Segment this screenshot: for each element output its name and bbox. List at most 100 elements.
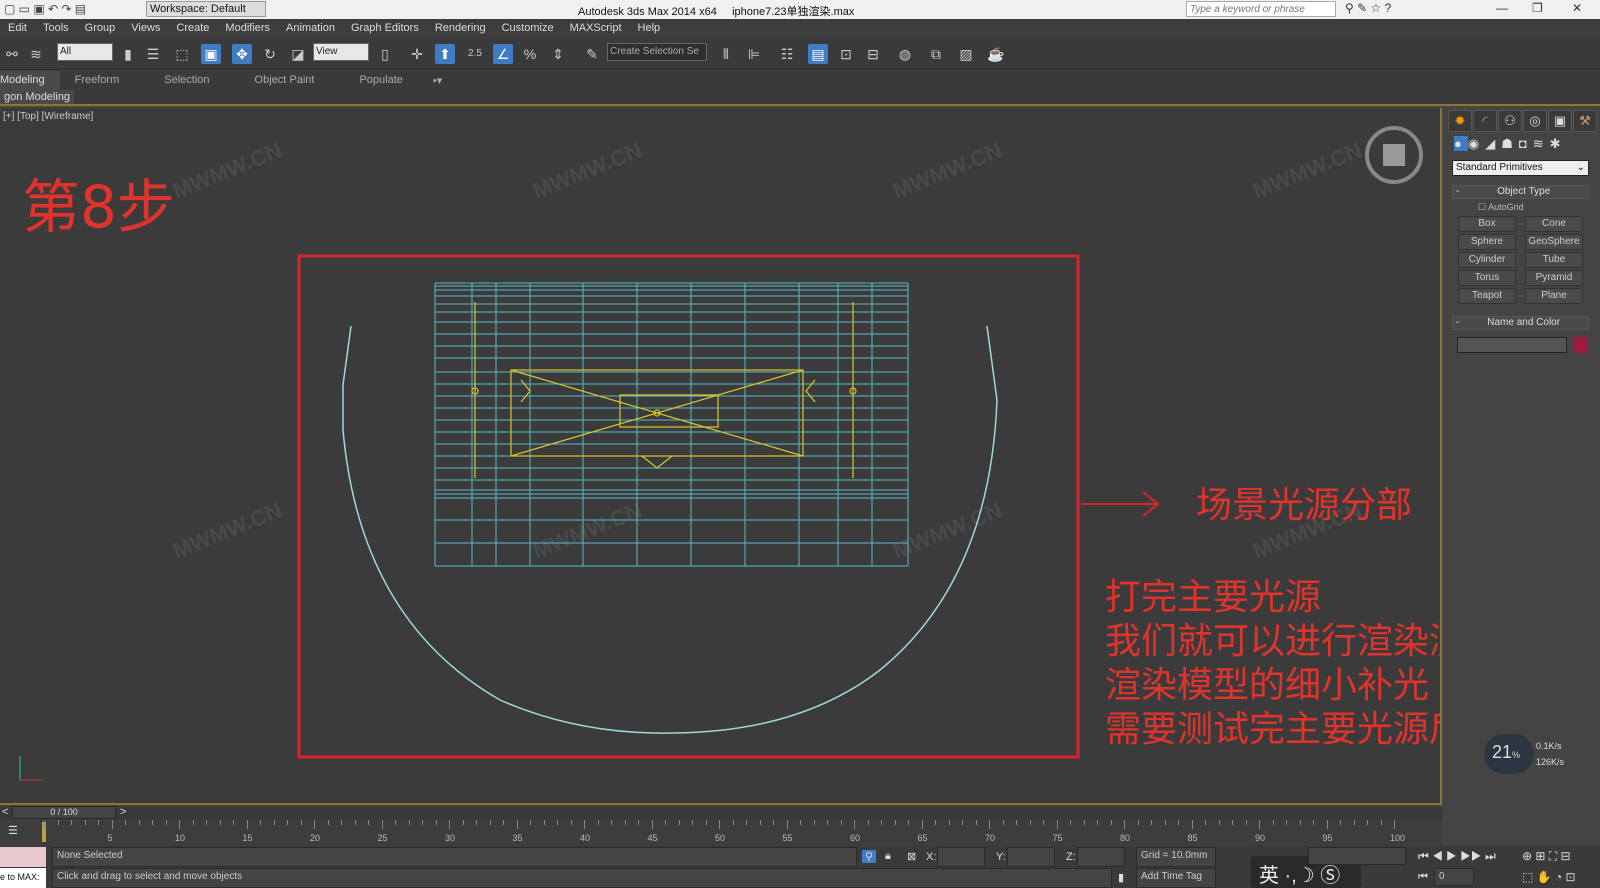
ref-coord-dropdown[interactable]: View <box>313 43 369 61</box>
mini-curve-icon[interactable]: ☰ <box>8 824 18 837</box>
menu-help[interactable]: Help <box>630 19 669 39</box>
name-color-rollout[interactable]: - Name and Color <box>1452 316 1589 330</box>
ribbon-options-icon[interactable]: ▪▾ <box>418 71 457 90</box>
material-editor-icon[interactable]: ◍ <box>895 44 915 64</box>
move-icon[interactable]: ✥ <box>232 44 252 64</box>
render-icon[interactable]: ☕ <box>986 44 1006 64</box>
bind-spacewarp-icon[interactable]: ≋ <box>26 44 46 64</box>
rotate-icon[interactable]: ↻ <box>260 44 280 64</box>
maxscript-listener[interactable] <box>0 847 46 867</box>
next-frame-icon[interactable]: > <box>120 806 126 818</box>
time-tag-icon[interactable]: ▮ <box>1118 871 1124 884</box>
menu-views[interactable]: Views <box>123 19 168 39</box>
pyramid-button[interactable]: Pyramid <box>1525 270 1583 286</box>
playback-controls[interactable]: ⏮ ◀ ▶ ▶▶ ⏭ <box>1418 849 1496 864</box>
tab-object-paint[interactable]: Object Paint <box>225 71 330 90</box>
selection-set-dropdown[interactable]: Create Selection Se <box>607 43 707 61</box>
display-tab-icon[interactable]: ▣ <box>1548 110 1572 132</box>
scene-explorer-icon[interactable]: ▤ <box>808 44 828 64</box>
select-object-icon[interactable]: ▮ <box>118 44 138 64</box>
search-input[interactable] <box>1186 1 1336 17</box>
mirror-icon[interactable]: ⫴ <box>716 44 736 64</box>
autogrid-checkbox[interactable]: ☐ AutoGrid <box>1478 202 1524 213</box>
restore-button[interactable]: ❐ <box>1532 1 1543 15</box>
motion-tab-icon[interactable]: ◎ <box>1523 110 1547 132</box>
utilities-tab-icon[interactable]: ⚒ <box>1573 110 1597 132</box>
modify-tab-icon[interactable]: ◜ <box>1473 110 1497 132</box>
minimize-button[interactable]: — <box>1496 1 1508 15</box>
object-name-input[interactable] <box>1457 337 1567 353</box>
prev-frame-icon[interactable]: < <box>2 806 8 818</box>
angle-snap-icon[interactable]: ∠ <box>493 44 513 64</box>
time-slider[interactable]: < 0 / 100 > <box>0 806 1442 820</box>
tab-freeform[interactable]: Freeform <box>60 71 135 90</box>
align-icon[interactable]: ⊫ <box>744 44 764 64</box>
spinner-snap-icon[interactable]: ⇕ <box>548 44 568 64</box>
plane-button[interactable]: Plane <box>1525 288 1583 304</box>
sphere-button[interactable]: Sphere <box>1458 234 1516 250</box>
track-bar[interactable]: ☰ 5 10 15 20 25 30 35 40 45 50 55 60 65 70 75 80 85 90 95 1… <box>0 820 1442 846</box>
scale-icon[interactable]: ◪ <box>288 44 308 64</box>
menu-rendering[interactable]: Rendering <box>427 19 494 39</box>
torus-button[interactable]: Torus <box>1458 270 1516 286</box>
named-selection-icon[interactable]: ✎ <box>582 44 602 64</box>
viewport-nav-icons-2[interactable]: ⬚ ✋ ◔ ⊡ <box>1522 870 1576 884</box>
tab-selection[interactable]: Selection <box>134 71 224 90</box>
polygon-modeling-tab[interactable]: gon Modeling <box>0 90 75 104</box>
hierarchy-tab-icon[interactable]: ⚇ <box>1498 110 1522 132</box>
quick-access-icons[interactable]: ▢ ▭ ▣ ↶ ↷ ▤ <box>4 2 86 16</box>
close-button[interactable]: ✕ <box>1572 1 1582 15</box>
menu-tools[interactable]: Tools <box>35 19 77 39</box>
object-type-rollout[interactable]: - Object Type <box>1452 185 1589 199</box>
percent-snap-icon[interactable]: % <box>520 44 540 64</box>
keyboard-shortcut-icon[interactable]: ⬆ <box>435 44 455 64</box>
create-tab-icon[interactable]: ✹ <box>1448 110 1472 132</box>
y-coord-input[interactable] <box>1007 847 1055 867</box>
z-coord-input[interactable] <box>1077 847 1125 867</box>
tab-populate[interactable]: Populate <box>329 71 417 90</box>
menu-customize[interactable]: Customize <box>494 19 562 39</box>
layer-icon[interactable]: ☷ <box>777 44 797 64</box>
cone-button[interactable]: Cone <box>1525 216 1583 232</box>
viewport-nav-icons[interactable]: ⊕ ⊞ ⛶ ⊟ <box>1522 849 1571 864</box>
pivot-icon[interactable]: ▯ <box>375 44 395 64</box>
primitive-type-dropdown[interactable]: Standard Primitives ⌄ <box>1452 160 1589 176</box>
key-filter-dropdown[interactable] <box>1308 847 1406 865</box>
cylinder-button[interactable]: Cylinder <box>1458 252 1516 268</box>
viewport-top[interactable]: [+] [Top] [Wireframe] MWMW.CN MWMW.CN MW… <box>0 108 1442 805</box>
create-category-icons[interactable]: ●◉◢☗◘≋✱ <box>1454 136 1567 152</box>
menu-animation[interactable]: Animation <box>278 19 343 39</box>
menu-maxscript[interactable]: MAXScript <box>562 19 630 39</box>
menu-graph-editors[interactable]: Graph Editors <box>343 19 427 39</box>
curve-editor-icon[interactable]: ⊡ <box>836 44 856 64</box>
maxscript-mini[interactable]: e to MAX: <box>0 868 46 888</box>
menu-create[interactable]: Create <box>168 19 217 39</box>
manipulate-icon[interactable]: ✛ <box>407 44 427 64</box>
tube-button[interactable]: Tube <box>1525 252 1583 268</box>
isolate-icon[interactable]: ⚲ <box>862 850 877 863</box>
geosphere-button[interactable]: GeoSphere <box>1525 234 1583 250</box>
select-by-name-icon[interactable]: ☰ <box>143 44 163 64</box>
schematic-icon[interactable]: ⊟ <box>863 44 883 64</box>
object-color-swatch[interactable] <box>1573 337 1587 353</box>
render-setup-icon[interactable]: ⧉ <box>926 44 946 64</box>
box-button[interactable]: Box <box>1458 216 1516 232</box>
lock-icon[interactable]: 🔒︎ <box>885 850 891 863</box>
current-frame-input[interactable]: 0 <box>1434 868 1474 886</box>
absolute-mode-icon[interactable]: ⊠ <box>907 850 916 863</box>
x-coord-input[interactable] <box>937 847 985 867</box>
window-crossing-icon[interactable]: ▣ <box>201 44 221 64</box>
key-mode-icon[interactable]: ⏮ <box>1418 871 1428 884</box>
link-icon[interactable]: ⚯ <box>2 44 22 64</box>
tab-modeling[interactable]: Modeling <box>0 71 60 90</box>
snap-toggle-icon[interactable]: 2.5 <box>465 44 485 64</box>
render-frame-icon[interactable]: ▨ <box>956 44 976 64</box>
menu-group[interactable]: Group <box>77 19 124 39</box>
add-time-tag[interactable]: Add Time Tag <box>1136 868 1216 888</box>
selection-filter-dropdown[interactable]: All <box>57 43 113 61</box>
teapot-button[interactable]: Teapot <box>1458 288 1516 304</box>
workspace-dropdown[interactable]: Workspace: Default <box>146 1 266 17</box>
time-slider-thumb[interactable]: 0 / 100 <box>12 806 116 819</box>
menu-edit[interactable]: Edit <box>0 19 35 39</box>
help-icons[interactable]: ⚲ ✎ ☆ ? <box>1345 1 1391 15</box>
